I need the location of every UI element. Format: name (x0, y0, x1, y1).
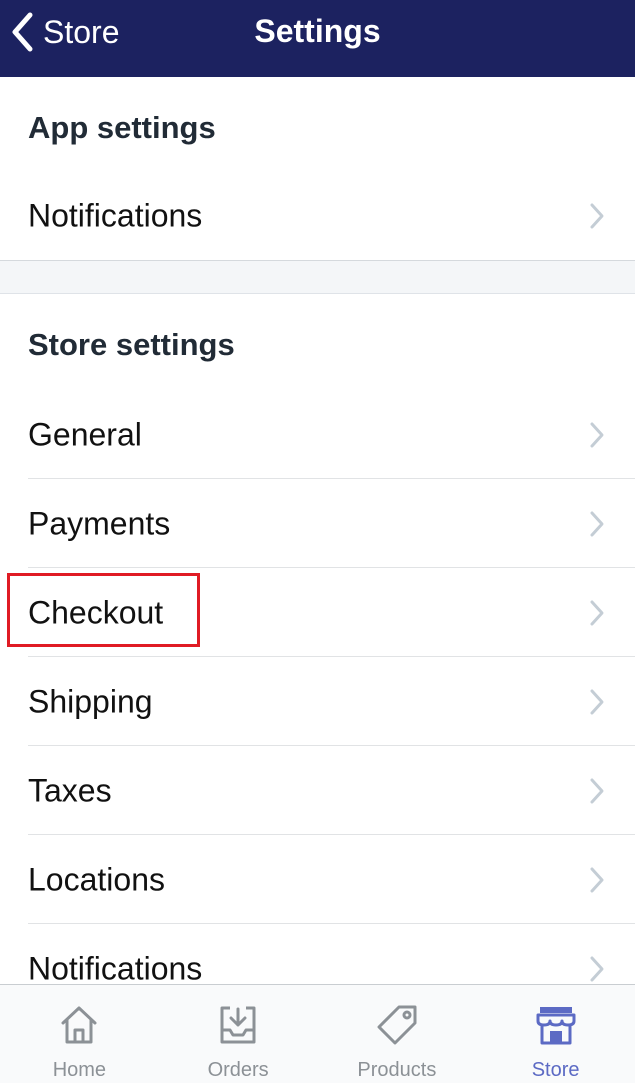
chevron-right-icon (590, 867, 604, 892)
tab-home[interactable]: Home (0, 985, 159, 1083)
row-label: Taxes (28, 772, 112, 808)
row-label: Shipping (28, 683, 153, 719)
chevron-right-icon (590, 778, 604, 803)
orders-inbox-icon (220, 1006, 256, 1044)
row-label: Notifications (28, 950, 203, 986)
store-settings-heading: Store settings (28, 327, 235, 362)
chevron-right-icon (590, 689, 604, 714)
settings-row-payments[interactable]: Payments (0, 479, 635, 568)
settings-row-checkout[interactable]: Checkout (0, 568, 635, 657)
chevron-right-icon (590, 600, 604, 625)
row-label: General (28, 416, 142, 452)
tab-products-label: Products (357, 1059, 437, 1081)
page-title: Settings (254, 13, 381, 49)
navigation-bar: Store Settings (0, 0, 635, 77)
app-settings-heading: App settings (28, 110, 216, 145)
row-label: Notifications (28, 197, 203, 233)
tab-products[interactable]: Products (318, 985, 477, 1083)
row-label: Payments (28, 505, 171, 541)
app-settings-section: App settings Notifications (0, 77, 635, 260)
tag-icon (377, 1005, 417, 1045)
bottom-tab-bar: Home Orders Products Store (0, 984, 635, 1083)
chevron-right-icon (590, 956, 604, 981)
row-label: Locations (28, 861, 165, 897)
settings-row-taxes[interactable]: Taxes (0, 746, 635, 835)
section-separator (0, 260, 635, 294)
tab-store-label: Store (531, 1059, 580, 1081)
row-label: Checkout (28, 594, 164, 630)
tab-store[interactable]: Store (476, 985, 635, 1083)
tab-home-label: Home (52, 1059, 107, 1081)
app-notifications-row[interactable]: Notifications (0, 171, 635, 260)
settings-row-shipping[interactable]: Shipping (0, 657, 635, 746)
chevron-right-icon (590, 422, 604, 447)
store-settings-section: Store settings General Payments Checkout… (0, 294, 635, 986)
chevron-right-icon (590, 511, 604, 536)
settings-row-locations[interactable]: Locations (0, 835, 635, 924)
chevron-right-icon (590, 203, 604, 228)
storefront-icon (536, 1007, 576, 1045)
settings-row-general[interactable]: General (0, 390, 635, 479)
tab-orders-label: Orders (207, 1059, 269, 1081)
home-icon (61, 1006, 97, 1044)
tab-orders[interactable]: Orders (159, 985, 318, 1083)
